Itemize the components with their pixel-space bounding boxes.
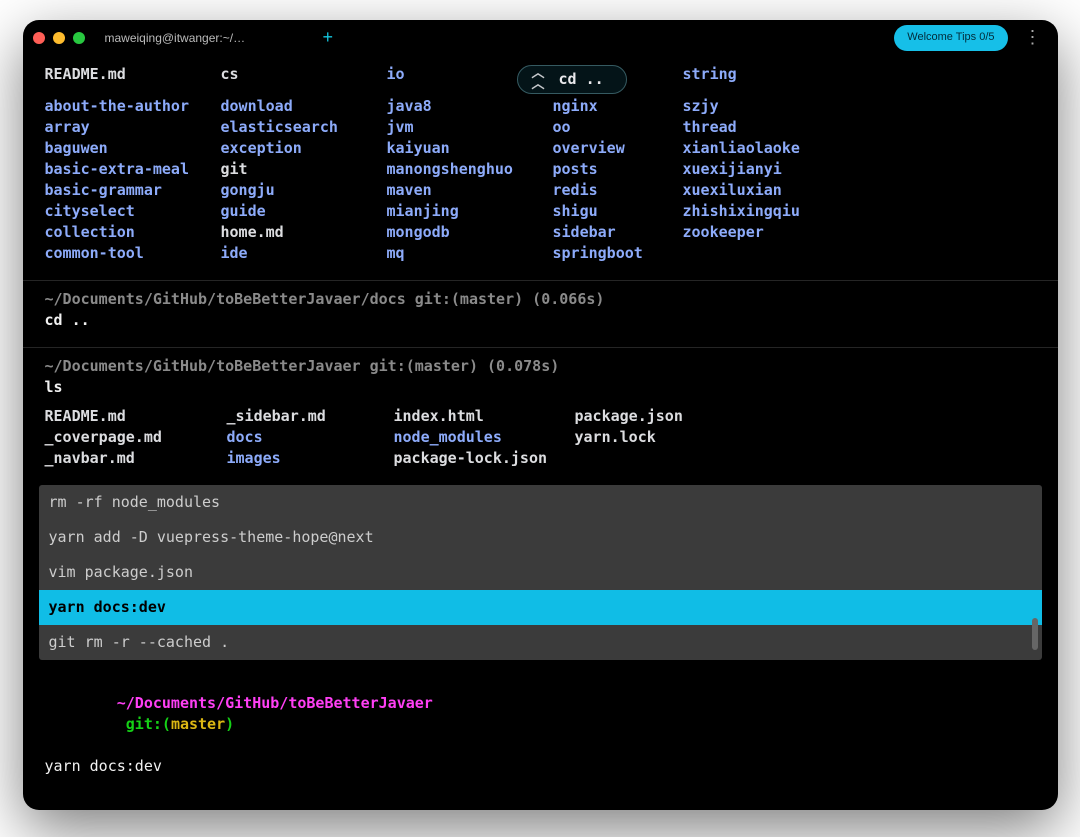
ls-item: nginx (553, 96, 683, 117)
ls-item: posts (553, 159, 683, 180)
ls-item: xianliaolaoke (683, 138, 1036, 159)
welcome-tips-badge[interactable]: Welcome Tips 0/5 (894, 25, 1007, 50)
ls-item: package-lock.json (394, 448, 575, 469)
ls-item: home.md (221, 222, 387, 243)
ls-item: common-tool (45, 243, 221, 264)
ls-item: java8 (387, 96, 517, 117)
ls-item: szjy (683, 96, 1036, 117)
ls-item: collection (45, 222, 221, 243)
new-tab-button[interactable]: + (293, 25, 334, 50)
history-item[interactable]: git rm -r --cached . (39, 625, 1042, 660)
ls-item: _navbar.md (45, 448, 227, 469)
command-text: cd .. (45, 310, 1036, 331)
titlebar: maweiqing@itwanger:~/Documents/GitHub/to… (23, 20, 1058, 56)
tab-bar: maweiqing@itwanger:~/Documents/GitHub/to… (99, 25, 895, 50)
git-branch: master (171, 715, 225, 733)
ls-item: download (221, 96, 387, 117)
current-prompt: ~/Documents/GitHub/toBeBetterJavaer git:… (23, 660, 1058, 777)
history-autocomplete: rm -rf node_modulesyarn add -D vuepress-… (39, 485, 1042, 660)
history-item[interactable]: vim package.json (39, 555, 1042, 590)
ls-item: basic-extra-meal (45, 159, 221, 180)
ls-item: jvm (387, 117, 517, 138)
ls-item: springboot (553, 243, 683, 264)
ls-item: baguwen (45, 138, 221, 159)
command-block-ls: ~/Documents/GitHub/toBeBetterJavaer git:… (23, 347, 1058, 485)
ls-item: gongju (221, 180, 387, 201)
ls-item: sidebar (553, 222, 683, 243)
ls-item: elasticsearch (221, 117, 387, 138)
ls-item: yarn.lock (575, 427, 1036, 448)
ls-item: kaiyuan (387, 138, 517, 159)
terminal-content: README.mdcsio︿︿cd ..stringabout-the-auth… (23, 56, 1058, 810)
ls-item: basic-grammar (45, 180, 221, 201)
prompt-path: ~/Documents/GitHub/toBeBetterJavaer (117, 694, 433, 712)
ls-item: mq (387, 243, 517, 264)
history-item[interactable]: yarn add -D vuepress-theme-hope@next (39, 520, 1042, 555)
ls-item: cityselect (45, 201, 221, 222)
terminal-window: maweiqing@itwanger:~/Documents/GitHub/to… (23, 20, 1058, 810)
ls-item: mianjing (387, 201, 517, 222)
ls-item: README.md (45, 406, 227, 427)
ls-item: guide (221, 201, 387, 222)
ls-item: index.html (394, 406, 575, 427)
ls-item: _coverpage.md (45, 427, 227, 448)
ls-item: about-the-author (45, 96, 221, 117)
prompt-line: ~/Documents/GitHub/toBeBetterJavaer git:… (45, 672, 1036, 756)
ls-item: thread (683, 117, 1036, 138)
prompt-path: ~/Documents/GitHub/toBeBetterJavaer/docs… (45, 289, 1036, 310)
ls-item: git (221, 159, 387, 180)
window-controls (33, 32, 85, 44)
more-icon[interactable]: ⋮ (1008, 25, 1048, 50)
ls-item: ide (221, 243, 387, 264)
ls-item: docs (227, 427, 394, 448)
ls-item: images (227, 448, 394, 469)
ls-item: zhishixingqiu (683, 201, 1036, 222)
ls-item: oo (553, 117, 683, 138)
history-scrollbar[interactable] (1032, 495, 1038, 650)
history-bubble[interactable]: ︿︿ cd .. (517, 62, 683, 94)
ls-item: zookeeper (683, 222, 1036, 243)
ls-item: _sidebar.md (227, 406, 394, 427)
ls-item: overview (553, 138, 683, 159)
scrollbar-thumb[interactable] (1032, 618, 1038, 650)
command-input[interactable]: yarn docs:dev (45, 756, 1036, 777)
ls-output-docs: README.mdcsio ︿︿ cd .. string about-the-auth… (23, 56, 1058, 280)
ls-item: mongodb (387, 222, 517, 243)
ls-item: node_modules (394, 427, 575, 448)
ls-item: array (45, 117, 221, 138)
close-icon[interactable] (33, 32, 45, 44)
ls-item: maven (387, 180, 517, 201)
ls-item: cs (221, 64, 387, 96)
history-item[interactable]: rm -rf node_modules (39, 485, 1042, 520)
ls-item: package.json (575, 406, 1036, 427)
ls-item: manongshenghuo (387, 159, 517, 180)
command-block-cd: ~/Documents/GitHub/toBeBetterJavaer/docs… (23, 280, 1058, 347)
ls-item: xuexijianyi (683, 159, 1036, 180)
ls-item: exception (221, 138, 387, 159)
ls-item: README.md (45, 64, 221, 96)
zoom-icon[interactable] (73, 32, 85, 44)
chevron-up-icon: ︿︿ (532, 69, 545, 89)
ls-item: io (387, 64, 517, 96)
command-text: ls (45, 377, 1036, 398)
ls-item: xuexiluxian (683, 180, 1036, 201)
ls-item: string (683, 64, 1036, 96)
bubble-text: cd .. (559, 69, 604, 90)
ls-item: shigu (553, 201, 683, 222)
minimize-icon[interactable] (53, 32, 65, 44)
tab-active[interactable]: maweiqing@itwanger:~/Documents/GitHub/to… (99, 26, 279, 51)
git-label: git:( (117, 715, 171, 733)
prompt-path: ~/Documents/GitHub/toBeBetterJavaer git:… (45, 356, 1036, 377)
history-item[interactable]: yarn docs:dev (39, 590, 1042, 625)
ls-item: redis (553, 180, 683, 201)
